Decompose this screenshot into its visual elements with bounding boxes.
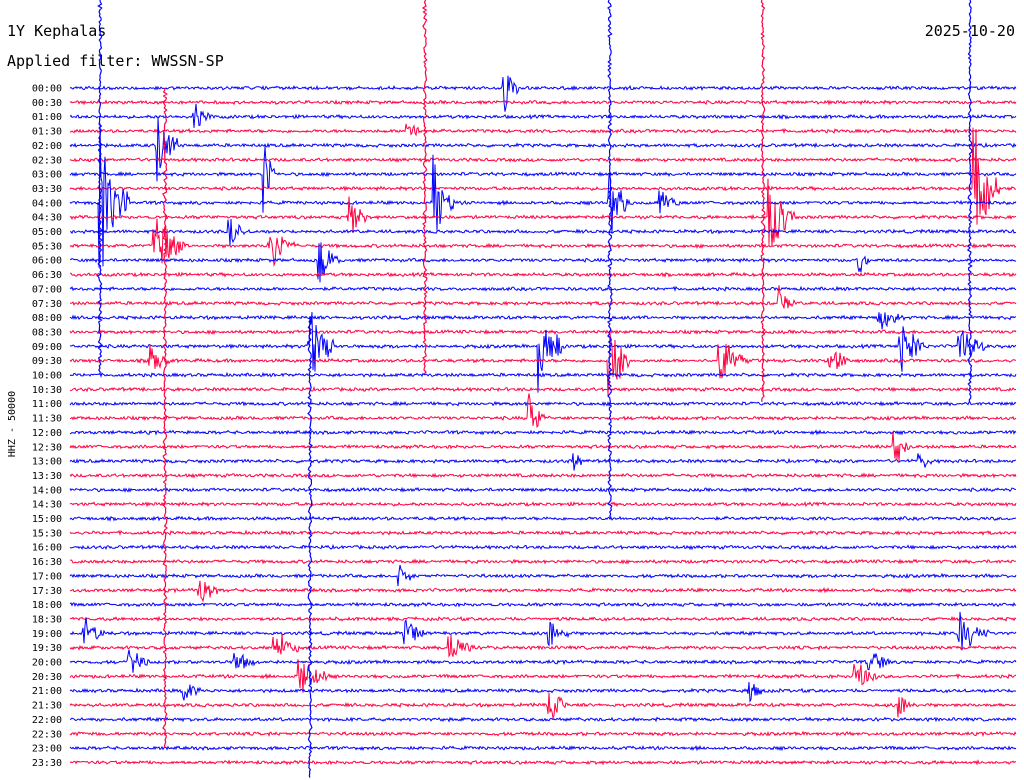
row-tick-label: 01:30 <box>32 127 62 138</box>
row-tick-label: 10:30 <box>32 385 62 396</box>
row-tick-label: 08:30 <box>32 327 62 338</box>
station-title: 1Y Kephalas <box>7 22 106 40</box>
row-tick-label: 05:00 <box>32 227 62 238</box>
row-tick-label: 18:30 <box>32 614 62 625</box>
row-tick-label: 20:30 <box>32 672 62 683</box>
row-tick-label: 11:30 <box>32 414 62 425</box>
row-tick-label: 02:00 <box>32 141 62 152</box>
row-tick-label: 06:30 <box>32 270 62 281</box>
row-tick-label: 15:00 <box>32 514 62 525</box>
row-tick-label: 05:30 <box>32 241 62 252</box>
row-tick-label: 07:00 <box>32 284 62 295</box>
row-tick-label: 04:30 <box>32 213 62 224</box>
row-tick-label: 21:30 <box>32 701 62 712</box>
row-tick-label: 14:00 <box>32 485 62 496</box>
row-tick-label: 03:30 <box>32 184 62 195</box>
row-tick-label: 19:00 <box>32 629 62 640</box>
row-tick-label: 23:30 <box>32 758 62 769</box>
row-tick-label: 14:30 <box>32 500 62 511</box>
row-tick-label: 19:30 <box>32 643 62 654</box>
row-tick-label: 03:00 <box>32 170 62 181</box>
row-tick-label: 20:00 <box>32 658 62 669</box>
helicorder-plot: 1Y Kephalas Applied filter: WWSSN-SP 202… <box>0 0 1024 780</box>
row-tick-label: 23:00 <box>32 744 62 755</box>
row-tick-label: 01:00 <box>32 112 62 123</box>
row-tick-label: 12:00 <box>32 428 62 439</box>
row-tick-label: 22:30 <box>32 729 62 740</box>
row-tick-label: 08:00 <box>32 313 62 324</box>
row-tick-label: 22:00 <box>32 715 62 726</box>
y-axis-label: HHZ - 50000 <box>7 391 18 457</box>
row-tick-label: 09:30 <box>32 356 62 367</box>
row-tick-label: 16:00 <box>32 543 62 554</box>
row-tick-label: 13:00 <box>32 457 62 468</box>
row-tick-label: 21:00 <box>32 686 62 697</box>
row-tick-label: 16:30 <box>32 557 62 568</box>
row-tick-label: 02:30 <box>32 155 62 166</box>
row-tick-label: 15:30 <box>32 528 62 539</box>
filter-label: Applied filter: WWSSN-SP <box>7 52 224 70</box>
row-tick-label: 09:00 <box>32 342 62 353</box>
row-tick-label: 12:30 <box>32 442 62 453</box>
row-tick-label: 18:00 <box>32 600 62 611</box>
row-tick-label: 13:30 <box>32 471 62 482</box>
row-tick-label: 10:00 <box>32 371 62 382</box>
row-tick-label: 00:30 <box>32 98 62 109</box>
row-tick-label: 17:00 <box>32 571 62 582</box>
row-tick-label: 00:00 <box>32 84 62 95</box>
row-tick-label: 04:00 <box>32 198 62 209</box>
row-tick-label: 11:00 <box>32 399 62 410</box>
row-tick-label: 06:00 <box>32 256 62 267</box>
row-tick-label: 07:30 <box>32 299 62 310</box>
row-tick-label: 17:30 <box>32 586 62 597</box>
